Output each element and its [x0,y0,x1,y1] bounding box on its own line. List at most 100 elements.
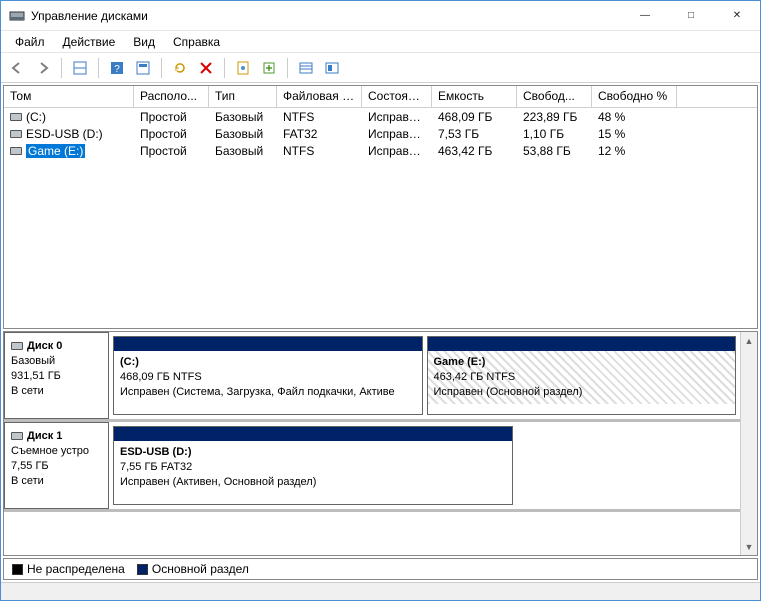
close-button[interactable]: ✕ [714,1,760,31]
app-icon [9,8,25,24]
volume-freepct: 12 % [592,144,677,158]
volume-row[interactable]: Game (E:) ПростойБазовыйNTFSИсправен...46… [4,142,757,159]
disk-icon [11,432,23,440]
partition-status: Исправен (Основной раздел) [434,385,730,400]
volume-name: ESD-USB (D:) [26,127,103,141]
minimize-button[interactable]: — [622,1,668,31]
volume-capacity: 7,53 ГБ [432,127,517,141]
partition-name: (C:) [120,355,416,370]
disk-info[interactable]: Диск 1Съемное устро7,55 ГБВ сети [4,422,109,509]
svg-text:?: ? [114,64,120,75]
scroll-down-button[interactable]: ▼ [741,538,757,555]
volume-capacity: 463,42 ГБ [432,144,517,158]
volume-type: Базовый [209,127,277,141]
disk-type: Базовый [11,354,102,369]
back-button[interactable] [5,56,29,80]
col-freepct[interactable]: Свободно % [592,86,677,107]
volume-layout: Простой [134,110,209,124]
disk-row: Диск 1Съемное устро7,55 ГБВ сетиESD-USB … [4,422,740,512]
partition-header [428,337,736,351]
disk-name: Диск 0 [27,339,62,354]
partition-box[interactable]: Game (E:)463,42 ГБ NTFSИсправен (Основно… [427,336,737,415]
graphical-view-button[interactable] [320,56,344,80]
col-type[interactable]: Тип [209,86,277,107]
volume-freepct: 15 % [592,127,677,141]
volume-icon [10,130,22,138]
properties-button[interactable] [231,56,255,80]
partition-detail: 7,55 ГБ FAT32 [120,460,506,475]
volume-free: 53,88 ГБ [517,144,592,158]
help2-button[interactable]: ? [105,56,129,80]
vertical-scrollbar[interactable]: ▲ ▼ [740,332,757,555]
volume-fs: NTFS [277,110,362,124]
disk-partitions: (C:)468,09 ГБ NTFSИсправен (Система, Заг… [109,332,740,419]
menu-action[interactable]: Действие [55,33,124,51]
partition-box[interactable]: (C:)468,09 ГБ NTFSИсправен (Система, Заг… [113,336,423,415]
col-layout[interactable]: Располо... [134,86,209,107]
col-fs[interactable]: Файловая с... [277,86,362,107]
disk-partitions: ESD-USB (D:)7,55 ГБ FAT32Исправен (Актив… [109,422,740,509]
view-panes-button[interactable] [68,56,92,80]
volume-capacity: 468,09 ГБ [432,110,517,124]
toolbar: ? [1,53,760,83]
menubar: Файл Действие Вид Справка [1,31,760,53]
disk-name: Диск 1 [27,429,62,444]
menu-view[interactable]: Вид [125,33,163,51]
legend-unallocated-label: Не распределена [27,562,125,576]
volume-name: (C:) [26,110,46,124]
disk-icon [11,342,23,350]
partition-status: Исправен (Активен, Основной раздел) [120,475,506,490]
content-area: Том Располо... Тип Файловая с... Состоян… [1,83,760,582]
list-view-button[interactable] [294,56,318,80]
col-capacity[interactable]: Емкость [432,86,517,107]
disk-info[interactable]: Диск 0Базовый931,51 ГБВ сети [4,332,109,419]
settings-button[interactable] [131,56,155,80]
partition-box[interactable]: ESD-USB (D:)7,55 ГБ FAT32Исправен (Актив… [113,426,513,505]
col-free[interactable]: Свобод... [517,86,592,107]
new-button[interactable] [257,56,281,80]
col-status[interactable]: Состояние [362,86,432,107]
refresh-button[interactable] [168,56,192,80]
volume-fs: FAT32 [277,127,362,141]
partition-name: ESD-USB (D:) [120,445,506,460]
legend-primary: Основной раздел [137,562,249,576]
statusbar [1,582,760,600]
partition-detail: 463,42 ГБ NTFS [434,370,730,385]
volume-fs: NTFS [277,144,362,158]
disk-management-window: Управление дисками — □ ✕ Файл Действие В… [0,0,761,601]
volume-type: Базовый [209,144,277,158]
disk-row: Диск 0Базовый931,51 ГБВ сети(C:)468,09 Г… [4,332,740,422]
volume-free: 223,89 ГБ [517,110,592,124]
delete-button[interactable] [194,56,218,80]
volume-freepct: 48 % [592,110,677,124]
volume-free: 1,10 ГБ [517,127,592,141]
volume-list-body[interactable]: (C:)ПростойБазовыйNTFSИсправен...468,09 … [4,108,757,328]
disk-status: В сети [11,384,102,399]
partition-name: Game (E:) [434,355,730,370]
volume-row[interactable]: (C:)ПростойБазовыйNTFSИсправен...468,09 … [4,108,757,125]
toolbar-separator [98,58,99,78]
partition-status: Исправен (Система, Загрузка, Файл подкач… [120,385,416,400]
swatch-unallocated [12,564,23,575]
toolbar-separator [61,58,62,78]
maximize-button[interactable]: □ [668,1,714,31]
volume-icon [10,147,22,155]
volume-row[interactable]: ESD-USB (D:)ПростойБазовыйFAT32Исправен.… [4,125,757,142]
forward-button[interactable] [31,56,55,80]
col-volume[interactable]: Том [4,86,134,107]
scroll-up-button[interactable]: ▲ [741,332,757,349]
disk-size: 931,51 ГБ [11,369,102,384]
volume-status: Исправен... [362,144,432,158]
menu-help[interactable]: Справка [165,33,228,51]
menu-file[interactable]: Файл [7,33,53,51]
volume-status: Исправен... [362,110,432,124]
partition-header [114,427,512,441]
disk-graphical-view: Диск 0Базовый931,51 ГБВ сети(C:)468,09 Г… [3,331,758,556]
partition-detail: 468,09 ГБ NTFS [120,370,416,385]
toolbar-separator [287,58,288,78]
volume-status: Исправен... [362,127,432,141]
volume-name: Game (E:) [26,144,85,158]
volume-list: Том Располо... Тип Файловая с... Состоян… [3,85,758,329]
volume-list-header: Том Располо... Тип Файловая с... Состоян… [4,86,757,108]
volume-layout: Простой [134,144,209,158]
